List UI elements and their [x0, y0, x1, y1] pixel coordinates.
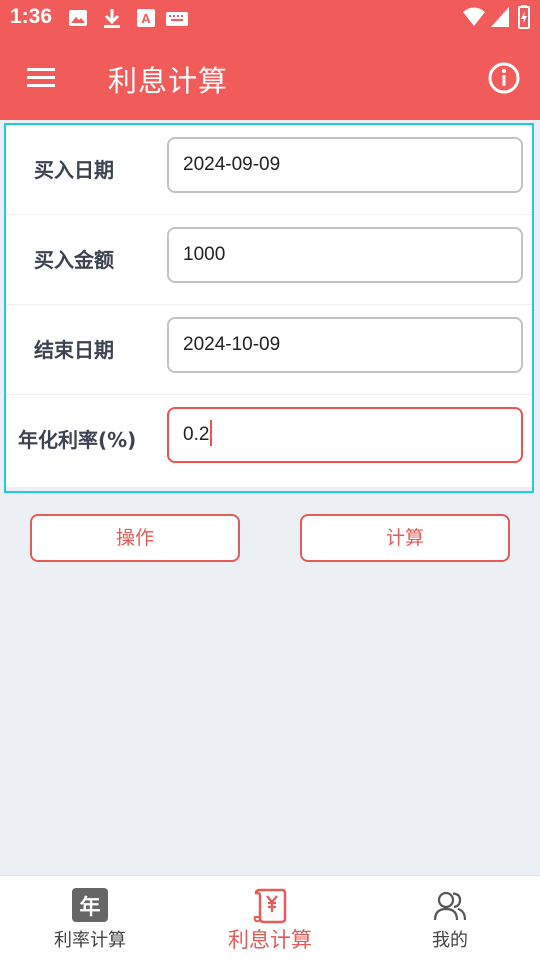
users-icon — [432, 888, 468, 924]
nav-item-rate-calc[interactable]: 年 利率计算 — [0, 876, 180, 961]
signal-icon — [490, 6, 510, 32]
annual-rate-label: 年化利率(%) — [18, 428, 137, 452]
form-divider — [6, 487, 532, 491]
keyboard-icon — [166, 11, 188, 30]
annual-rate-field[interactable]: 0.2 — [167, 407, 523, 463]
scroll-yen-icon — [252, 888, 288, 924]
image-icon — [68, 8, 88, 32]
form-row-annual-rate: 年化利率(%) 0.2 — [6, 395, 532, 485]
year-calendar-icon: 年 — [72, 888, 108, 924]
wifi-icon — [462, 6, 486, 32]
nav-label-interest-calc: 利息计算 — [228, 928, 312, 952]
status-time: 1:36 — [10, 5, 53, 28]
nav-label-mine: 我的 — [432, 930, 468, 951]
menu-icon[interactable] — [22, 60, 62, 96]
nav-label-rate-calc: 利率计算 — [54, 930, 126, 951]
app-bar: 利息计算 — [0, 36, 540, 120]
form-row-buy-date: 买入日期 2024-09-09 — [6, 125, 532, 215]
year-badge-text: 年 — [80, 895, 101, 919]
svg-text:A: A — [141, 11, 151, 26]
operate-button[interactable]: 操作 — [30, 514, 240, 562]
bottom-nav: 年 利率计算 利息计算 我的 — [0, 875, 540, 961]
interest-form: 买入日期 2024-09-09 买入金额 1000 结束日期 2024-10-0… — [4, 123, 534, 493]
buy-amount-field[interactable]: 1000 — [167, 227, 523, 283]
buy-amount-label: 买入金额 — [34, 248, 114, 272]
end-date-label: 结束日期 — [34, 338, 114, 362]
calculate-button[interactable]: 计算 — [300, 514, 510, 562]
end-date-field[interactable]: 2024-10-09 — [167, 317, 523, 373]
status-bar: 1:36 A — [0, 0, 540, 36]
info-icon[interactable] — [486, 60, 522, 96]
download-icon — [102, 8, 122, 34]
font-icon: A — [136, 8, 156, 32]
nav-item-mine[interactable]: 我的 — [360, 876, 540, 961]
nav-item-interest-calc[interactable]: 利息计算 — [180, 876, 360, 961]
form-row-buy-amount: 买入金额 1000 — [6, 215, 532, 305]
annual-rate-value: 0.2 — [183, 424, 210, 445]
form-row-end-date: 结束日期 2024-10-09 — [6, 305, 532, 395]
text-caret — [210, 419, 213, 446]
page-title: 利息计算 — [108, 64, 229, 98]
buy-date-field[interactable]: 2024-09-09 — [167, 137, 523, 193]
buy-date-label: 买入日期 — [34, 158, 114, 182]
battery-icon — [518, 5, 530, 33]
